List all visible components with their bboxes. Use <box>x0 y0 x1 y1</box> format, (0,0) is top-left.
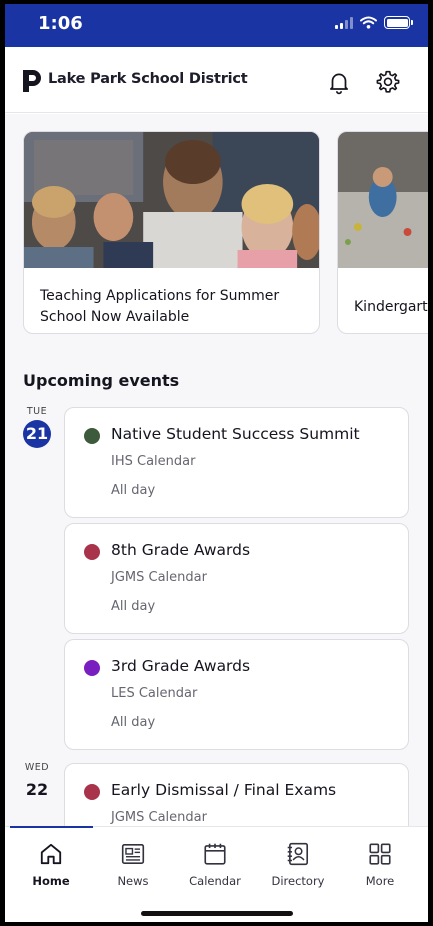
bell-icon[interactable] <box>326 69 352 95</box>
event-card[interactable]: 3rd Grade Awards LES Calendar All day <box>64 639 409 750</box>
tab-home[interactable]: Home <box>9 841 93 888</box>
home-feed[interactable]: Teaching Applications for Summer School … <box>5 114 428 826</box>
event-time: All day <box>111 483 156 498</box>
tab-label: More <box>365 874 395 888</box>
news-card-image <box>24 132 319 268</box>
status-icons <box>335 16 413 29</box>
battery-icon <box>384 16 413 29</box>
district-logo-icon <box>23 70 41 92</box>
event-calendar: IHS Calendar <box>111 454 196 469</box>
event-card[interactable]: Early Dismissal / Final Exams JGMS Calen… <box>64 763 409 826</box>
event-date-day: 21 <box>23 420 51 448</box>
tab-label: Calendar <box>189 874 241 888</box>
event-date-day: 22 <box>25 780 49 799</box>
news-card-title: Kindergarte <box>354 299 428 315</box>
event-date-dow: TUE <box>26 406 48 417</box>
event-time: All day <box>111 599 156 614</box>
event-name: Native Student Success Summit <box>111 425 360 443</box>
active-tab-indicator <box>10 826 93 828</box>
bottom-tab-bar: Home News Calendar Directory More <box>5 826 428 922</box>
event-time: All day <box>111 715 156 730</box>
news-card[interactable]: Kindergarte <box>337 131 428 334</box>
event-name: 8th Grade Awards <box>111 541 251 559</box>
directory-icon <box>287 842 309 866</box>
app-header: Lake Park School District <box>5 47 428 113</box>
event-card[interactable]: 8th Grade Awards JGMS Calendar All day <box>64 523 409 634</box>
news-card-image <box>338 132 428 268</box>
tab-more[interactable]: More <box>338 841 422 888</box>
event-date: TUE 21 <box>17 406 57 448</box>
event-calendar: JGMS Calendar <box>111 810 207 825</box>
cellular-signal-icon <box>335 16 353 29</box>
calendar-color-dot <box>84 784 100 800</box>
calendar-color-dot <box>84 428 100 444</box>
wifi-icon <box>360 16 377 29</box>
app-screen: 1:06 Lake Park School District Teaching … <box>5 4 428 922</box>
tab-news[interactable]: News <box>91 841 175 888</box>
calendar-icon <box>204 843 226 865</box>
home-indicator[interactable] <box>141 911 293 916</box>
tab-label: Directory <box>271 874 325 888</box>
tab-directory[interactable]: Directory <box>256 841 340 888</box>
event-name: 3rd Grade Awards <box>111 657 251 675</box>
status-bar: 1:06 <box>5 4 428 47</box>
grid-icon <box>369 843 391 865</box>
section-title-upcoming-events: Upcoming events <box>23 371 180 390</box>
event-calendar: LES Calendar <box>111 686 198 701</box>
status-time: 1:06 <box>38 13 83 34</box>
calendar-color-dot <box>84 660 100 676</box>
tab-calendar[interactable]: Calendar <box>173 841 257 888</box>
event-name: Early Dismissal / Final Exams <box>111 781 337 799</box>
district-name: Lake Park School District <box>48 71 248 87</box>
tab-label: News <box>117 874 149 888</box>
event-card[interactable]: Native Student Success Summit IHS Calend… <box>64 407 409 518</box>
news-card-title: Teaching Applications for Summer School … <box>40 288 280 325</box>
event-date-dow: WED <box>24 762 50 773</box>
event-calendar: JGMS Calendar <box>111 570 207 585</box>
event-date: WED 22 <box>17 762 57 804</box>
news-icon <box>121 843 145 865</box>
home-icon <box>40 843 62 865</box>
gear-icon[interactable] <box>375 69 401 95</box>
tab-label: Home <box>32 874 70 888</box>
calendar-color-dot <box>84 544 100 560</box>
news-card[interactable]: Teaching Applications for Summer School … <box>23 131 320 334</box>
